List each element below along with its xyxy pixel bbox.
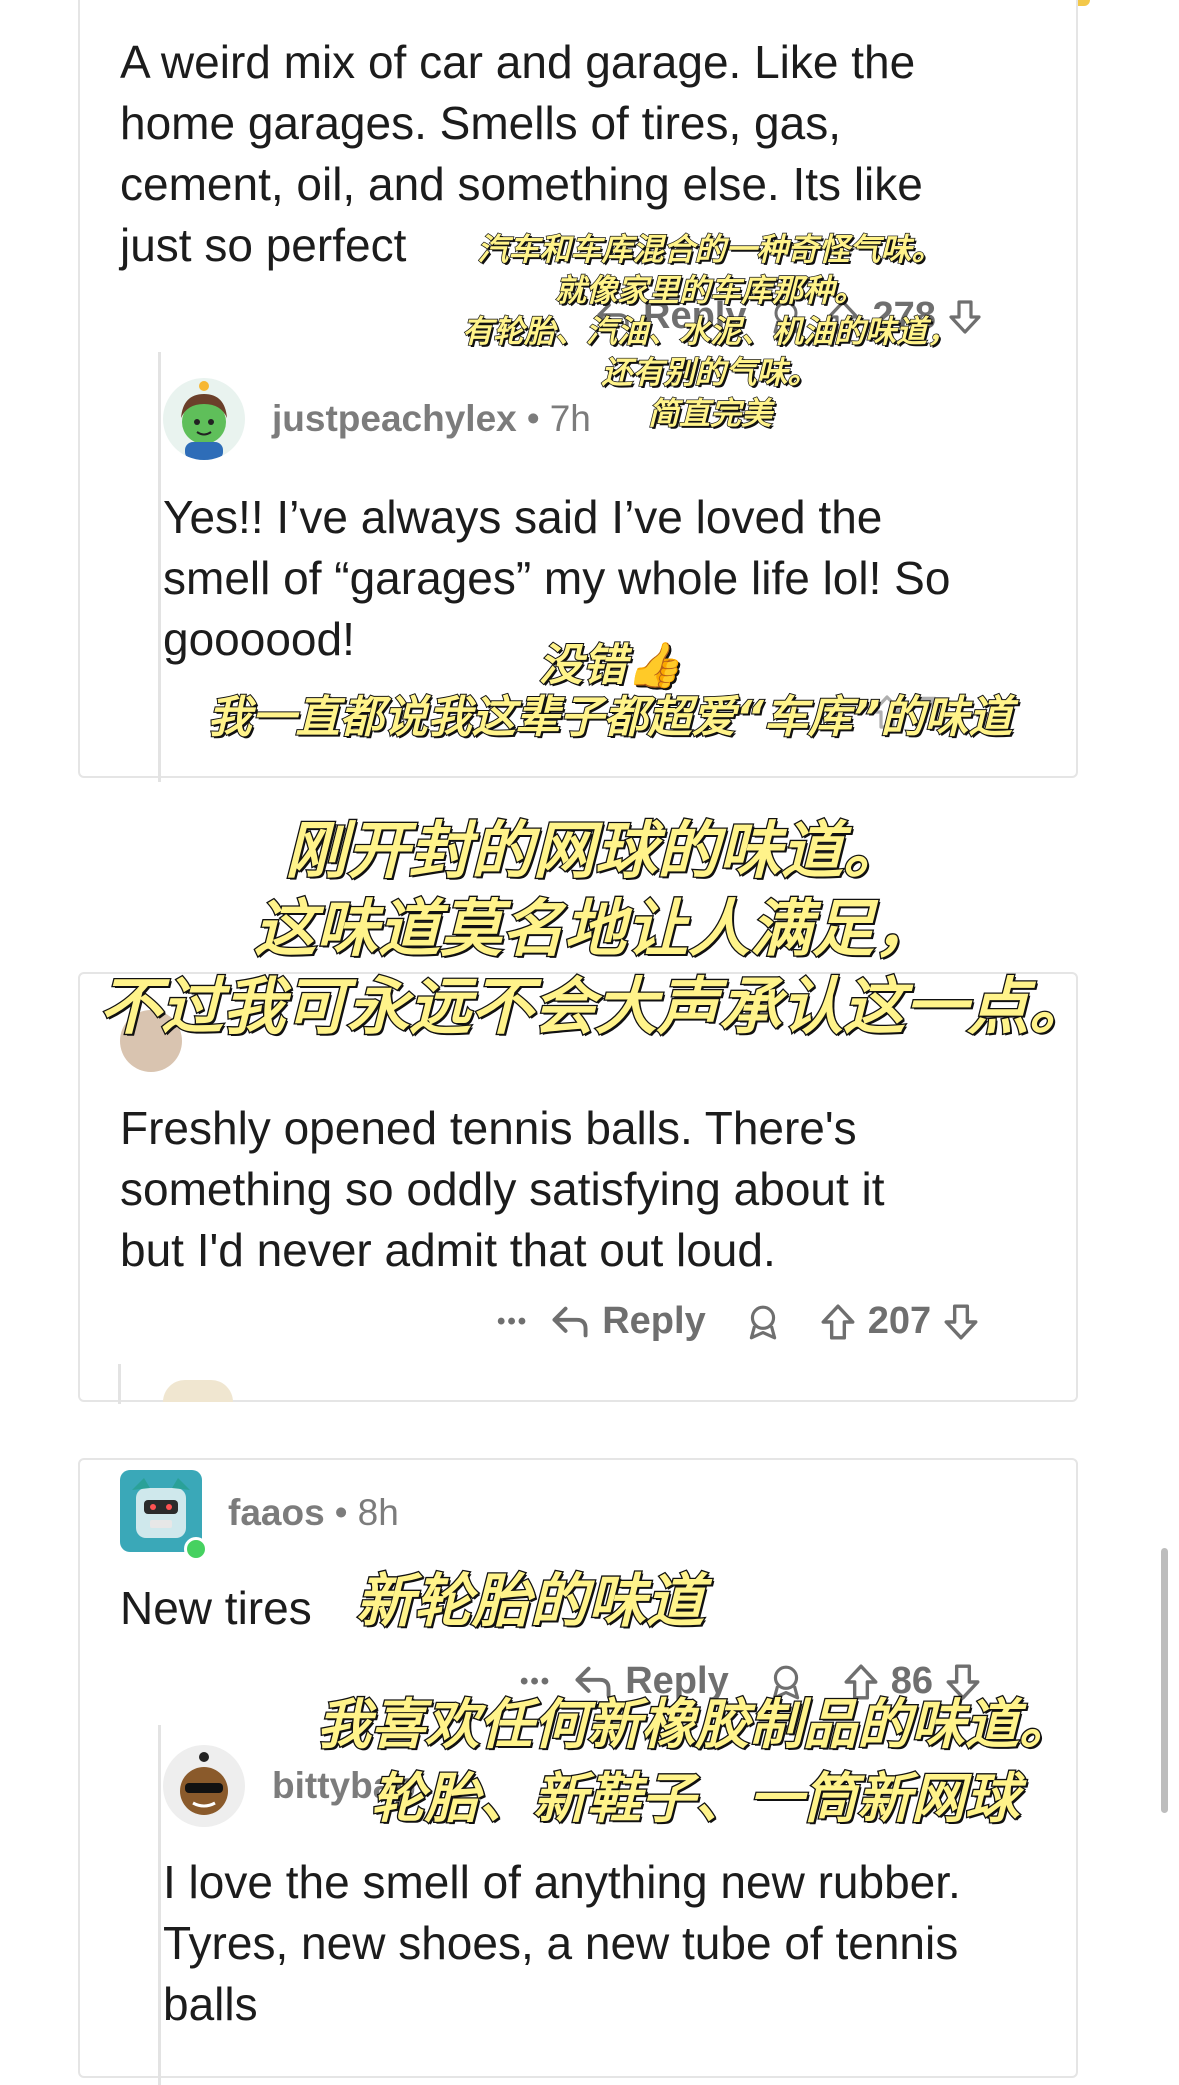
vote-group: 207 <box>820 1300 979 1343</box>
comment-body: Freshly opened tennis balls. There's som… <box>120 1102 885 1276</box>
online-status-dot <box>184 1537 208 1561</box>
thread-line <box>118 1364 121 1404</box>
vote-count: 207 <box>867 1300 932 1342</box>
award-icon[interactable] <box>744 1303 782 1341</box>
reply-icon <box>552 1306 588 1337</box>
reply-body: I love the smell of anything new rubber.… <box>163 1856 961 2030</box>
reply-label: Reply <box>602 1300 706 1342</box>
thread-line <box>158 1725 161 2085</box>
timestamp: 8h <box>357 1492 399 1533</box>
avatar-icon <box>181 381 227 460</box>
comment-actions: ••• Reply 207 <box>497 1300 979 1343</box>
more-options-button[interactable]: ••• <box>497 1308 528 1336</box>
username[interactable]: faaos <box>228 1492 325 1534</box>
downvote-icon[interactable] <box>943 1303 979 1341</box>
caption-overlay: 我喜欢任何新橡胶制品的味道。 轮胎、新鞋子、一筒新网球 <box>316 1692 1075 1832</box>
upvote-icon[interactable] <box>820 1303 856 1341</box>
user-avatar[interactable] <box>163 378 245 460</box>
comment-meta: faaos • 8h <box>228 1492 399 1534</box>
reply-button[interactable]: Reply <box>550 1300 706 1343</box>
separator: • <box>334 1492 348 1533</box>
caption-overlay: 刚开封的网球的味道。 这味道莫名地让人满足， 不过我可永远不会大声承认这一点。 <box>98 813 1093 1045</box>
reply-avatar-partial[interactable] <box>163 1380 233 1402</box>
caption-overlay: 汽车和车库混合的一种奇怪气味。 就像家里的车库那种。 有轮胎、汽油、水泥、机油的… <box>461 231 958 432</box>
caption-overlay: 没错👍 我一直都说我这辈子都超爱“车库”的味道 <box>207 639 1014 744</box>
caption-overlay: 新轮胎的味道 <box>355 1566 706 1637</box>
